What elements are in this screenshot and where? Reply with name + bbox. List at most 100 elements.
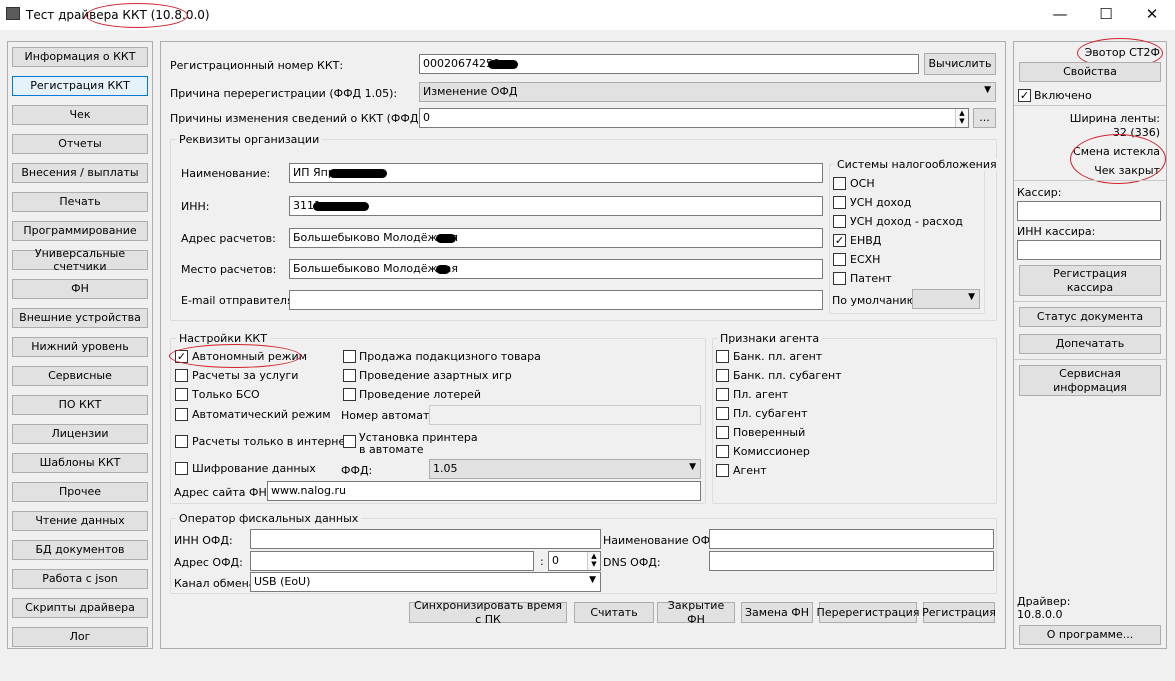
agent-checkbox-5[interactable] [716,445,729,458]
setting2-checkbox-1[interactable] [343,369,356,382]
setting2-checkbox-2[interactable] [343,388,356,401]
about-button[interactable]: О программе... [1019,625,1161,645]
nav-button-3[interactable]: Отчеты [12,134,148,154]
title-bar: Тест драйвера ККТ (10.8.0.0) — ☐ ✕ [0,0,1175,30]
agent-checkbox-2[interactable] [716,388,729,401]
close-button[interactable]: ✕ [1129,0,1175,30]
annotation-oval [169,344,301,368]
bottom-button-5[interactable]: Регистрация [922,602,996,623]
app-icon [6,7,20,20]
nav-button-10[interactable]: Нижний уровень [12,337,148,357]
nav-button-19[interactable]: Скрипты драйвера [12,598,148,618]
nav-button-14[interactable]: Шаблоны ККТ [12,453,148,473]
setting-label-1: Расчеты за услуги [192,369,299,382]
fns-site-input[interactable]: www.nalog.ru [267,481,701,501]
bottom-button-2[interactable]: Закрытие ФН [657,599,735,626]
tax-checkbox-2[interactable] [833,215,846,228]
nav-button-0[interactable]: Информация о ККТ [12,47,148,67]
tax-label-2: УСН доход - расход [850,215,963,228]
setting-checkbox-2[interactable] [175,388,188,401]
channel-select[interactable]: USB (EoU) ▼ [250,572,601,592]
calculate-button[interactable]: Вычислить [924,53,996,75]
nav-button-9[interactable]: Внешние устройства [12,308,148,328]
setting-label-5: Шифрование данных [192,462,316,475]
nav-button-1[interactable]: Регистрация ККТ [12,76,148,96]
address-input[interactable]: Большебыково Молодёжная [289,228,823,248]
nav-button-15[interactable]: Прочее [12,482,148,502]
nav-button-5[interactable]: Печать [12,192,148,212]
ofd-name-input[interactable] [709,529,994,549]
setting-checkbox-3[interactable] [175,408,188,421]
tax-checkbox-3[interactable]: ✓ [833,234,846,247]
properties-button[interactable]: Свойства [1019,62,1161,82]
inn-input[interactable]: 3111 [289,196,823,216]
change-reasons-input[interactable]: 0 [419,108,969,128]
bottom-button-4[interactable]: Перерегистрация [817,602,919,623]
nav-button-17[interactable]: БД документов [12,540,148,560]
rereg-reason-label: Причина перерегистрации (ФФД 1.05): [170,87,398,100]
tax-label-3: ЕНВД [850,234,882,247]
nav-button-11[interactable]: Сервисные [12,366,148,386]
service-info-button[interactable]: Сервисная информация [1019,365,1161,396]
place-input[interactable]: Большебыково Молодёжная [289,259,823,279]
setting2-label-2: Проведение лотерей [359,388,482,401]
redaction [488,60,518,69]
nav-panel: Информация о ККТ Регистрация ККТ Чек Отчеты… [7,41,153,649]
bottom-button-1[interactable]: Считать [574,602,654,623]
spin-icon[interactable]: ▲ ▼ [955,109,968,127]
ofd-group-title: Оператор фискальных данных [176,512,362,525]
tax-checkbox-4[interactable] [833,253,846,266]
agent-checkbox-1[interactable] [716,369,729,382]
setting-checkbox-5[interactable] [175,462,188,475]
nav-button-8[interactable]: ФН [12,279,148,299]
nav-button-13[interactable]: Лицензии [12,424,148,444]
ffd-select[interactable]: 1.05 ▼ [429,459,701,479]
nav-button-16[interactable]: Чтение данных [12,511,148,531]
ofd-name-label: Наименование ОФД: [603,534,723,547]
tax-checkbox-0[interactable] [833,177,846,190]
setting2-checkbox-0[interactable] [343,350,356,363]
setting-checkbox-4[interactable] [175,435,188,448]
agent-checkbox-0[interactable] [716,350,729,363]
ofd-address-input[interactable] [250,551,534,571]
cashier-inn-input[interactable] [1017,240,1161,260]
ofd-inn-input[interactable] [250,529,601,549]
tax-default-select[interactable]: ▼ [912,289,980,309]
tax-checkbox-1[interactable] [833,196,846,209]
minimize-button[interactable]: — [1037,0,1083,30]
setting2-label-1: Проведение азартных игр [359,369,512,382]
doc-status-button[interactable]: Статус документа [1019,307,1161,327]
agent-checkbox-4[interactable] [716,426,729,439]
nav-button-18[interactable]: Работа с json [12,569,148,589]
tax-checkbox-5[interactable] [833,272,846,285]
ofd-dns-input[interactable] [709,551,994,571]
reprint-button[interactable]: Допечатать [1019,334,1161,354]
inn-label: ИНН: [181,200,210,213]
maximize-button[interactable]: ☐ [1083,0,1129,30]
redaction [313,202,369,211]
tax-default-label: По умолчанию: [832,294,920,307]
automat-input[interactable] [429,405,701,425]
setting-label-2: Только БСО [192,388,260,401]
spin-icon[interactable]: ▲ ▼ [587,552,600,570]
email-input[interactable] [289,290,823,310]
nav-button-4[interactable]: Внесения / выплаты [12,163,148,183]
bottom-button-0[interactable]: Синхронизировать время с ПК [409,599,567,626]
enabled-checkbox[interactable]: ✓ [1018,89,1031,102]
nav-button-7[interactable]: Универсальные счетчики [12,247,148,273]
nav-button-2[interactable]: Чек [12,105,148,125]
rereg-reason-select[interactable]: Изменение ОФД ▼ [419,82,996,102]
cashier-input[interactable] [1017,201,1161,221]
register-cashier-button[interactable]: Регистрация кассира [1019,265,1161,296]
nav-button-12[interactable]: ПО ККТ [12,395,148,415]
ofd-dns-label: DNS ОФД: [603,556,661,569]
agent-checkbox-3[interactable] [716,407,729,420]
printer-in-automat-checkbox[interactable] [343,435,356,448]
nav-button-20[interactable]: Лог [12,627,148,647]
agent-checkbox-6[interactable] [716,464,729,477]
bottom-button-3[interactable]: Замена ФН [741,602,813,623]
change-reasons-more-button[interactable]: ... [973,108,996,128]
nav-button-6[interactable]: Программирование [12,221,148,241]
place-label: Место расчетов: [181,263,277,276]
setting-checkbox-1[interactable] [175,369,188,382]
